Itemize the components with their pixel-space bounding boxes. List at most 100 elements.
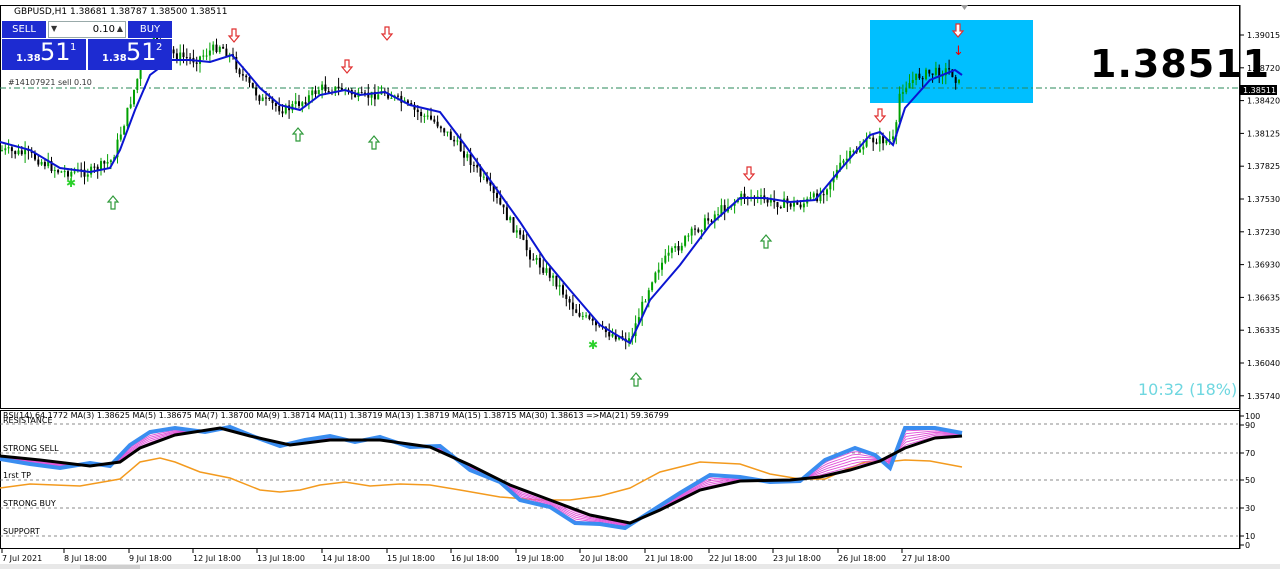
candle-body bbox=[512, 217, 515, 233]
candle-body bbox=[324, 84, 327, 91]
candle-body bbox=[37, 159, 40, 165]
price-tick-label: 1.38420 bbox=[1247, 97, 1280, 106]
candle-body bbox=[63, 171, 66, 173]
candle-body bbox=[241, 74, 244, 76]
candle-body bbox=[664, 255, 667, 263]
candle-body bbox=[175, 53, 178, 60]
one-click-trading-panel: SELL ▼ ▲ BUY 1.38 51 1 1.38 51 2 bbox=[2, 21, 172, 70]
lot-size-input[interactable] bbox=[61, 23, 115, 36]
lot-increase-icon[interactable]: ▲ bbox=[117, 24, 123, 33]
lot-size-field[interactable]: ▼ ▲ bbox=[48, 21, 126, 38]
level-label-strong-sell: STRONG SELL bbox=[3, 444, 59, 453]
bottom-scroll-thumb[interactable] bbox=[80, 565, 140, 569]
candle-body bbox=[443, 128, 446, 133]
level-label-first-tp: 1rst TP bbox=[3, 471, 31, 480]
time-axis-label: 14 Jul 18:00 bbox=[322, 554, 370, 563]
candle-body bbox=[868, 137, 871, 139]
candle-body bbox=[608, 332, 611, 337]
candle-body bbox=[502, 204, 505, 208]
indicator-scale: 10090705030100 bbox=[1240, 412, 1260, 550]
time-axis-label: 9 Jul 18:00 bbox=[129, 554, 172, 563]
price-tick-label: 1.36635 bbox=[1247, 293, 1280, 302]
candle-body bbox=[496, 193, 498, 198]
candle-body bbox=[558, 285, 561, 287]
indicator-scale-label: 70 bbox=[1245, 449, 1255, 458]
candle-body bbox=[789, 203, 792, 207]
candle-body bbox=[172, 49, 175, 54]
time-axis-label: 27 Jul 18:00 bbox=[902, 554, 950, 563]
candle-body bbox=[86, 174, 89, 177]
candle-body bbox=[281, 111, 284, 114]
indicator-scale-label: 0 bbox=[1245, 541, 1250, 550]
candle-body bbox=[248, 77, 251, 83]
candle-body bbox=[684, 236, 687, 246]
chart-canvas[interactable]: ✱✱↓ 1.390151.387201.384201.381251.378251… bbox=[0, 0, 1280, 569]
candle-body bbox=[182, 52, 185, 58]
candle-body bbox=[304, 102, 307, 105]
candle-body bbox=[205, 55, 208, 57]
candle-body bbox=[129, 104, 132, 108]
candle-body bbox=[538, 257, 541, 268]
bottom-scroll-bar[interactable] bbox=[0, 564, 1280, 569]
candle-body bbox=[948, 68, 951, 70]
candle-body bbox=[670, 248, 673, 253]
buy-button[interactable]: BUY bbox=[128, 21, 172, 38]
indicator-header: RSI(14) 64.1772 MA(3) 1.38625 MA(5) 1.38… bbox=[3, 411, 669, 420]
candle-body bbox=[439, 126, 442, 129]
candle-body bbox=[119, 134, 122, 140]
candle-body bbox=[694, 228, 696, 230]
candle-body bbox=[925, 69, 927, 80]
candle-body bbox=[446, 131, 449, 133]
candle-body bbox=[238, 69, 241, 75]
buy-price-main: 51 bbox=[126, 38, 157, 66]
candle-body bbox=[585, 315, 588, 317]
candle-body bbox=[265, 97, 267, 99]
candle-body bbox=[106, 161, 109, 164]
candle-body bbox=[667, 252, 670, 256]
candle-body bbox=[377, 94, 380, 100]
candle-body bbox=[195, 62, 198, 64]
candle-body bbox=[245, 75, 248, 78]
candle-body bbox=[218, 46, 221, 53]
candle-body bbox=[743, 193, 746, 198]
candle-body bbox=[552, 275, 555, 278]
candle-body bbox=[928, 69, 931, 74]
candle-body bbox=[793, 202, 795, 207]
level-label-resistance: RESISTANCE bbox=[3, 416, 53, 425]
candle-body bbox=[301, 102, 304, 106]
candle-body bbox=[469, 154, 472, 165]
candle-body bbox=[416, 109, 419, 113]
candle-body bbox=[456, 140, 459, 142]
time-axis-label: 16 Jul 18:00 bbox=[451, 554, 499, 563]
sell-price-button[interactable]: 1.38 51 1 bbox=[2, 38, 86, 70]
price-tick-label: 1.36040 bbox=[1247, 359, 1280, 368]
time-axis-label: 12 Jul 18:00 bbox=[193, 554, 241, 563]
candle-body bbox=[915, 73, 918, 80]
candle-body bbox=[802, 203, 805, 208]
candle-body bbox=[852, 150, 855, 152]
time-axis-label: 7 Jul 2021 bbox=[2, 554, 42, 563]
candle-body bbox=[93, 166, 96, 168]
candle-body bbox=[562, 285, 564, 295]
indicator-scale-label: 10 bbox=[1245, 532, 1255, 541]
buy-price-button[interactable]: 1.38 51 2 bbox=[88, 38, 172, 70]
candle-body bbox=[505, 207, 508, 221]
candle-body bbox=[654, 272, 657, 283]
candle-body bbox=[568, 298, 571, 303]
lot-decrease-icon[interactable]: ▼ bbox=[51, 24, 57, 33]
sell-button[interactable]: SELL bbox=[2, 21, 46, 38]
candle-body bbox=[812, 193, 815, 198]
candle-body bbox=[661, 262, 663, 270]
candle-body bbox=[931, 73, 934, 75]
candle-body bbox=[934, 67, 937, 75]
candle-body bbox=[433, 119, 436, 122]
candle-body bbox=[535, 257, 538, 260]
price-tick-label: 1.36930 bbox=[1247, 261, 1280, 270]
candle-body bbox=[60, 171, 63, 173]
candle-body bbox=[571, 302, 574, 310]
candle-body bbox=[700, 230, 703, 232]
candle-body bbox=[809, 197, 812, 199]
candle-body bbox=[796, 202, 799, 205]
candle-body bbox=[766, 199, 769, 203]
price-tick-label: 1.38125 bbox=[1247, 129, 1280, 138]
